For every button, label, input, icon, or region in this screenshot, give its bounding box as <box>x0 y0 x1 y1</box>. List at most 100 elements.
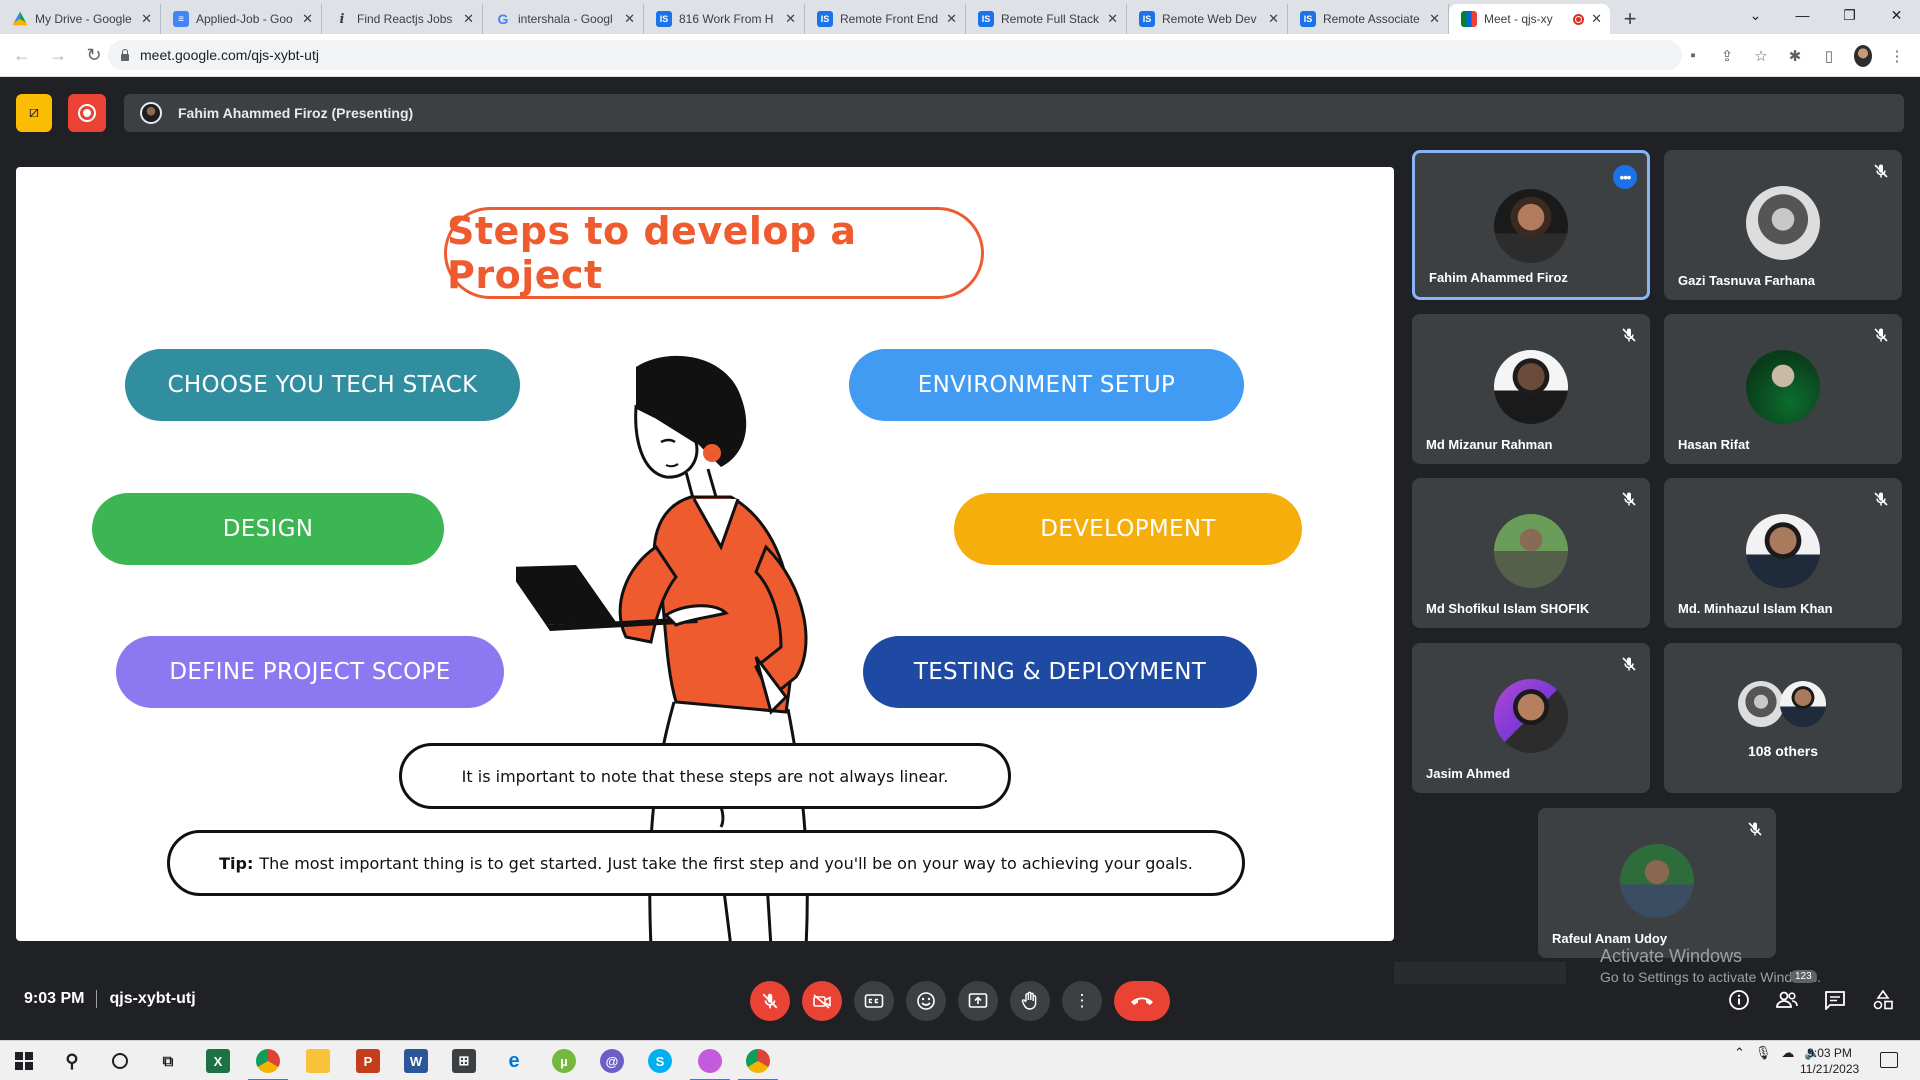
people-count-badge: 123 <box>1790 970 1817 983</box>
present-now-button[interactable] <box>958 981 998 1021</box>
captions-button[interactable] <box>854 981 894 1021</box>
task-view-icon[interactable]: ⧉ <box>156 1049 180 1073</box>
close-icon[interactable]: ✕ <box>624 11 635 27</box>
app-icon[interactable]: @ <box>600 1049 624 1073</box>
browser-tab[interactable]: i Find Reactjs Jobs ✕ <box>322 4 483 34</box>
bookmark-star-icon[interactable]: ☆ <box>1752 47 1770 65</box>
close-icon[interactable]: ✕ <box>1268 11 1279 27</box>
reload-icon[interactable]: ↻ <box>80 45 108 66</box>
close-icon[interactable]: ✕ <box>1107 11 1118 27</box>
notifications-icon[interactable] <box>1880 1052 1898 1068</box>
slide-title: Steps to develop a Project <box>444 207 984 299</box>
more-options-icon[interactable]: ••• <box>1613 165 1637 189</box>
edge-icon[interactable]: e <box>502 1049 526 1073</box>
browser-tab[interactable]: Gintershala - Googl ✕ <box>483 4 644 34</box>
system-date: 11/21/2023 <box>1800 1062 1860 1076</box>
activities-button[interactable] <box>1870 987 1896 1013</box>
more-options-button[interactable]: ⋮ <box>1062 981 1102 1021</box>
browser-tab[interactable]: IS Remote Web Dev ✕ <box>1127 4 1288 34</box>
browser-tab[interactable]: IS Remote Full Stack ✕ <box>966 4 1127 34</box>
reactions-button[interactable] <box>906 981 946 1021</box>
participant-tile[interactable]: Jasim Ahmed <box>1412 643 1650 793</box>
address-bar[interactable]: meet.google.com/qjs-xybt-utj <box>108 40 1682 70</box>
stop-presenting-button[interactable]: ⧄ <box>16 94 52 132</box>
participant-tile[interactable]: Md Shofikul Islam SHOFIK <box>1412 478 1650 628</box>
windows-start-icon[interactable] <box>12 1049 36 1073</box>
people-button[interactable] <box>1774 987 1800 1013</box>
camera-icon[interactable]: ▪ <box>1684 47 1702 64</box>
close-icon[interactable]: ✕ <box>946 11 957 27</box>
browser-tab[interactable]: ≡ Applied-Job - Goo ✕ <box>161 4 322 34</box>
close-icon[interactable]: ✕ <box>785 11 796 27</box>
leave-call-button[interactable] <box>1114 981 1170 1021</box>
close-icon[interactable]: ✕ <box>302 11 313 27</box>
mic-toggle-button[interactable] <box>750 981 790 1021</box>
search-icon[interactable]: ⚲ <box>60 1049 84 1073</box>
close-icon[interactable]: ✕ <box>463 11 474 27</box>
hand-icon <box>1021 991 1037 1010</box>
menu-kebab-icon[interactable]: ⋮ <box>1888 47 1906 65</box>
avatar <box>1738 681 1784 727</box>
info-icon <box>1729 990 1749 1010</box>
forward-icon[interactable]: → <box>44 45 72 66</box>
captions-icon <box>864 994 884 1008</box>
utorrent-icon[interactable]: µ <box>552 1049 576 1073</box>
store-icon[interactable]: ⊞ <box>452 1049 476 1073</box>
chrome-profile-icon[interactable] <box>690 1049 730 1080</box>
mic-off-icon <box>1618 488 1640 510</box>
raise-hand-button[interactable] <box>1010 981 1050 1021</box>
avatar <box>1494 679 1568 753</box>
tab-title: Remote Full Stack <box>1001 12 1100 26</box>
close-icon[interactable]: ✕ <box>141 11 152 27</box>
chrome-icon[interactable] <box>248 1049 288 1080</box>
cortana-icon[interactable] <box>108 1049 132 1073</box>
browser-tab[interactable]: My Drive - Google ✕ <box>0 4 161 34</box>
word-icon[interactable]: W <box>404 1049 428 1073</box>
meet-top-bar: ⧄ Fahim Ahammed Firoz (Presenting) <box>0 77 1920 149</box>
participant-tile[interactable]: Md Mizanur Rahman <box>1412 314 1650 464</box>
camera-toggle-button[interactable] <box>802 981 842 1021</box>
microphone-icon[interactable]: 🎙 <box>1755 1045 1772 1061</box>
participant-tile[interactable]: Gazi Tasnuva Farhana <box>1664 150 1902 300</box>
chrome-icon[interactable] <box>738 1049 778 1080</box>
minimize-icon[interactable]: — <box>1779 0 1826 30</box>
chevron-up-icon[interactable]: ⌃ <box>1734 1045 1745 1061</box>
chat-button[interactable] <box>1822 987 1848 1013</box>
close-icon[interactable]: ✕ <box>1429 11 1440 27</box>
share-icon[interactable]: ⇪ <box>1718 47 1736 65</box>
tab-title: Meet - qjs-xy <box>1484 12 1553 26</box>
skype-icon[interactable]: S <box>648 1049 672 1073</box>
excel-icon[interactable]: X <box>206 1049 230 1073</box>
present-icon <box>968 993 988 1008</box>
participant-tile[interactable]: Hasan Rifat <box>1664 314 1902 464</box>
meeting-details-button[interactable] <box>1726 987 1752 1013</box>
close-icon[interactable]: ✕ <box>1591 11 1602 27</box>
profile-avatar[interactable] <box>1854 44 1872 67</box>
participant-tile[interactable]: Md. Minhazul Islam Khan <box>1664 478 1902 628</box>
system-clock[interactable]: 9:03 PM 11/21/2023 <box>1800 1045 1859 1077</box>
slide-tip: Tip: The most important thing is to get … <box>167 830 1245 896</box>
restore-icon[interactable]: ❐ <box>1826 0 1873 30</box>
recording-button[interactable] <box>68 94 106 132</box>
participant-tile[interactable]: Rafeul Anam Udoy <box>1538 808 1776 958</box>
record-icon <box>78 104 96 122</box>
file-explorer-icon[interactable] <box>306 1049 330 1073</box>
others-tile[interactable]: 108 others <box>1664 643 1902 793</box>
browser-tab-active[interactable]: Meet - qjs-xy ✕ <box>1449 4 1610 34</box>
powerpoint-icon[interactable]: P <box>356 1049 380 1073</box>
participant-tile[interactable]: ••• Fahim Ahammed Firoz <box>1412 150 1650 300</box>
browser-tab[interactable]: IS Remote Front End ✕ <box>805 4 966 34</box>
browser-tab[interactable]: IS Remote Associate ✕ <box>1288 4 1449 34</box>
new-tab-button[interactable]: + <box>1610 4 1650 34</box>
back-icon[interactable]: ← <box>8 45 36 66</box>
network-icon[interactable]: ☁ <box>1781 1045 1794 1061</box>
camera-off-icon <box>813 994 831 1009</box>
side-panel-icon[interactable]: ▯ <box>1820 47 1838 65</box>
extensions-icon[interactable]: ✱ <box>1786 47 1804 65</box>
mic-off-icon <box>1870 160 1892 182</box>
mic-off-icon <box>1618 324 1640 346</box>
close-window-icon[interactable]: ✕ <box>1873 0 1920 30</box>
browser-tab[interactable]: IS 816 Work From H ✕ <box>644 4 805 34</box>
avatar <box>1746 186 1820 260</box>
chevron-down-icon[interactable]: ⌄ <box>1732 0 1779 30</box>
